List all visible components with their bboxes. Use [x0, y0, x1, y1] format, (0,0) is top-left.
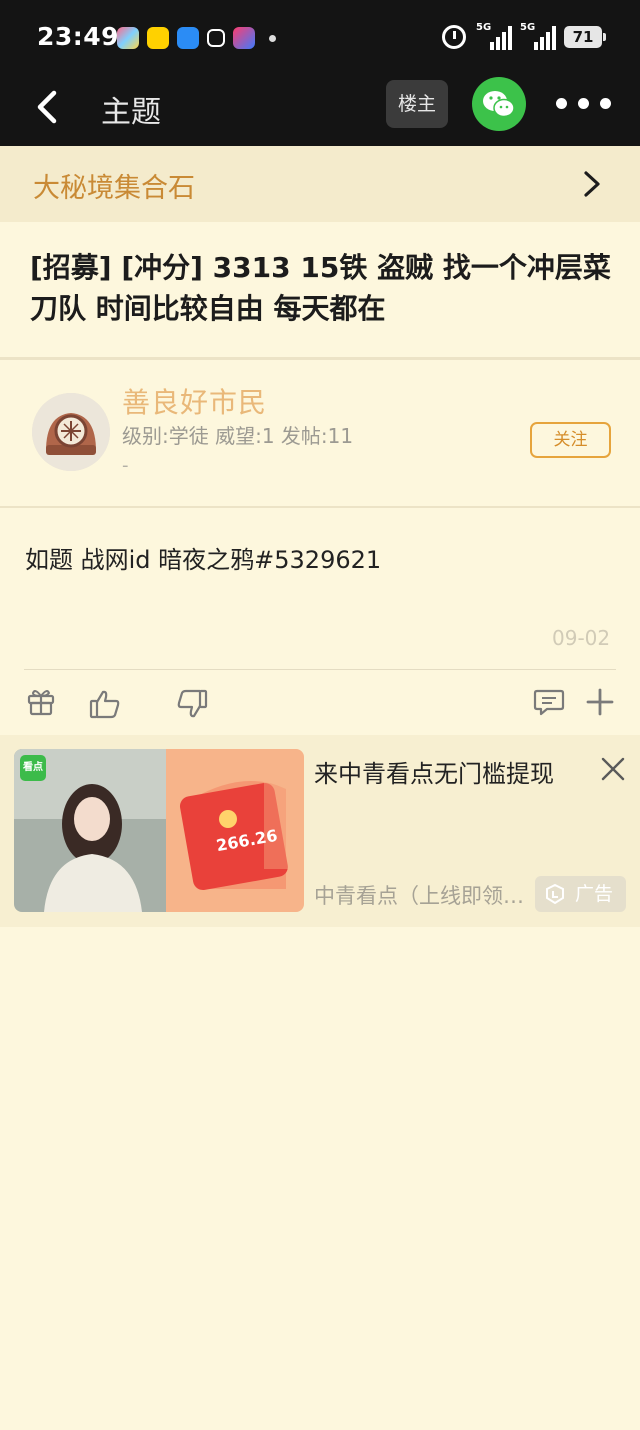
- ad-source: 中青看点（上线即领红包）: [314, 884, 524, 908]
- signal-label: 5G: [520, 22, 536, 33]
- ad-image[interactable]: 看点 266.26: [14, 749, 304, 912]
- dislike-thumbs-down-icon[interactable]: [176, 688, 208, 720]
- post-title-area: [招募] [冲分] 3313 15铁 盗贼 找一个冲层菜刀队 时间比较自由 每天…: [0, 222, 640, 360]
- ad-banner[interactable]: 看点 266.26 来中青看点无门槛提现 中青看点（上线即领红包） 广告: [0, 735, 640, 927]
- back-arrow-icon[interactable]: [30, 87, 70, 127]
- follow-button[interactable]: 关注: [530, 422, 611, 458]
- status-time: 23:49: [37, 22, 120, 51]
- diving-helmet-icon: [32, 393, 110, 471]
- star-app-icon: [233, 27, 255, 49]
- page-title: 主题: [101, 95, 161, 130]
- comment-icon[interactable]: [533, 686, 565, 718]
- author-name[interactable]: 善良好市民: [122, 381, 267, 421]
- signal-label: 5G: [476, 22, 492, 33]
- close-icon[interactable]: [600, 756, 626, 782]
- notification-icons: [117, 27, 276, 49]
- system-icons: 5G 5G 71: [442, 22, 606, 50]
- gift-icon[interactable]: [25, 685, 57, 717]
- author-card: 善良好市民 级别:学徒 威望:1 发帖:11 - 关注: [0, 363, 640, 508]
- chevron-right-icon: [584, 171, 600, 197]
- ad-image-logo: 看点: [20, 755, 46, 781]
- ad-shield-icon: [546, 884, 564, 904]
- tiktok-app-icon: [207, 29, 225, 47]
- ad-badge: 广告: [535, 876, 626, 912]
- plus-icon[interactable]: [584, 686, 616, 718]
- gallery-app-icon: [117, 27, 139, 49]
- more-notifications-dot: [269, 34, 276, 42]
- post-title: [招募] [冲分] 3313 15铁 盗贼 找一个冲层菜刀队 时间比较自由 每天…: [30, 251, 611, 325]
- like-thumbs-up-icon[interactable]: [89, 688, 121, 720]
- battery-icon: 71: [564, 26, 606, 48]
- signal-icon: 5G: [520, 22, 556, 50]
- more-options-icon[interactable]: [556, 98, 611, 109]
- wechat-icon: [483, 91, 515, 118]
- forum-name: 大秘境集合石: [33, 173, 195, 204]
- divider: [24, 669, 616, 670]
- avatar[interactable]: [32, 393, 110, 471]
- status-bar: 23:49 5G 5G 71: [0, 0, 640, 76]
- top-nav-bar: 主题 楼主: [0, 76, 640, 146]
- signal-icon: 5G: [476, 22, 512, 50]
- meituan-app-icon: [147, 27, 169, 49]
- author-signature: -: [122, 455, 129, 476]
- author-stats: 级别:学徒 威望:1 发帖:11: [122, 424, 354, 448]
- wechat-share-button[interactable]: [472, 77, 526, 131]
- alarm-icon: [442, 25, 466, 49]
- weather-app-icon: [177, 27, 199, 49]
- ad-title[interactable]: 来中青看点无门槛提现: [314, 754, 580, 789]
- forum-breadcrumb[interactable]: 大秘境集合石: [0, 146, 640, 222]
- ad-badge-label: 广告: [575, 883, 614, 905]
- only-op-button[interactable]: 楼主: [386, 80, 448, 128]
- post-date: 09-02: [552, 626, 611, 650]
- post-content: 如题 战网id 暗夜之鸦#5329621: [25, 546, 382, 574]
